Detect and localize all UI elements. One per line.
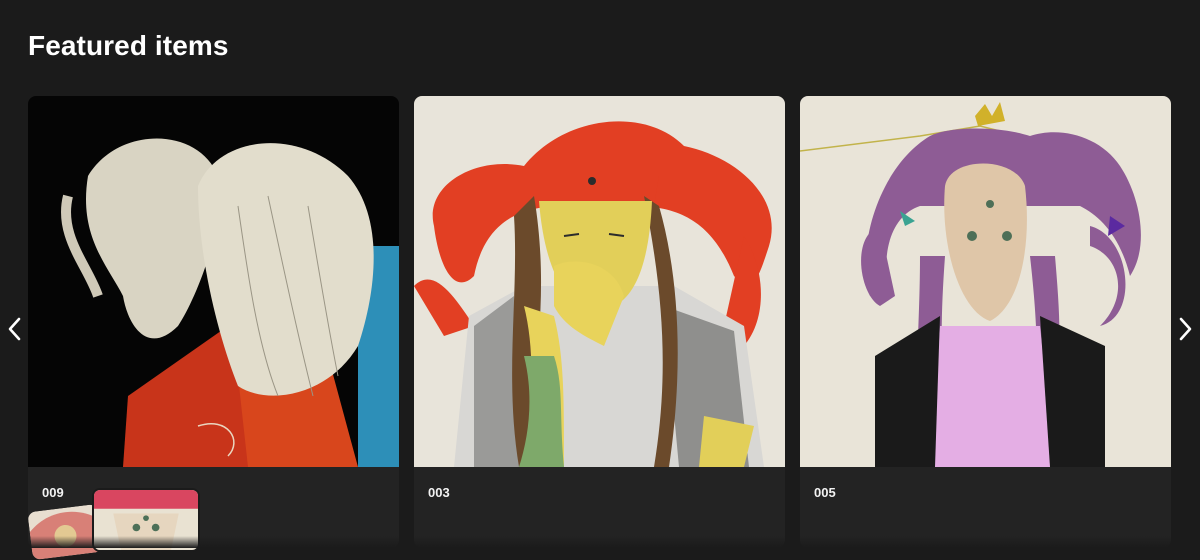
section-title: Featured items [28,30,229,61]
chevron-left-icon [8,317,21,341]
item-label: 003 [428,485,450,500]
chevron-right-icon [1179,317,1192,341]
portrait-artwork-two-profiles [28,96,399,467]
thumbnail-preview[interactable] [92,488,200,552]
item-label: 005 [814,485,836,500]
featured-item-card[interactable]: 009 [28,96,399,548]
thumbnail-stack[interactable] [27,488,210,560]
artwork-image[interactable] [28,96,399,467]
artwork-thumbnail-icon [94,490,198,550]
portrait-artwork-man-red-hair [414,96,785,467]
carousel-prev-button[interactable] [2,312,28,346]
artwork-image[interactable] [414,96,785,467]
featured-carousel: 009 003 005 [0,96,1200,548]
artwork-image[interactable] [800,96,1171,467]
featured-item-card[interactable]: 003 [414,96,785,548]
featured-item-card[interactable]: 005 [800,96,1171,548]
portrait-artwork-woman-purple-hair [800,96,1171,467]
carousel-next-button[interactable] [1172,312,1198,346]
